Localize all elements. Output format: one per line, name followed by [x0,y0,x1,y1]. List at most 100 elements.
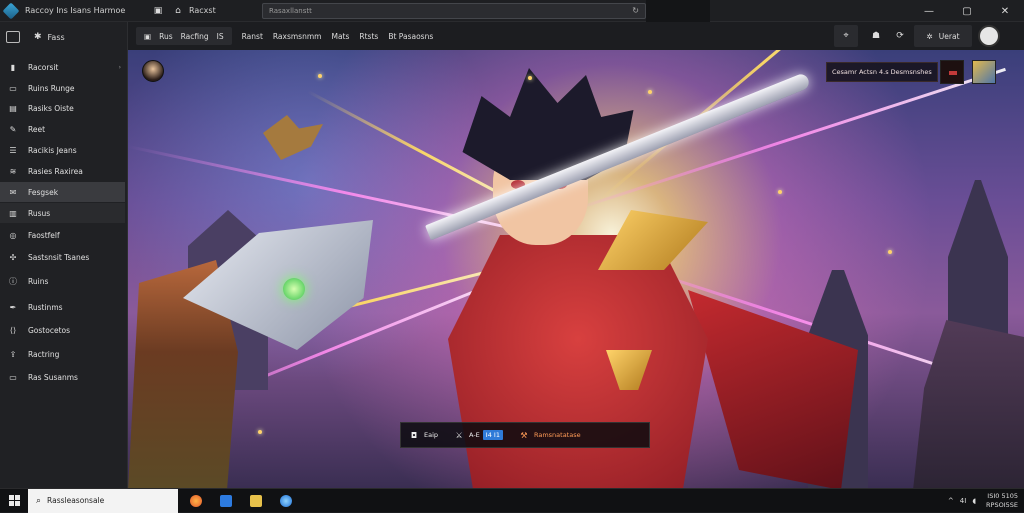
game-viewport[interactable]: Cesamr Actsn 4.s Desmsnshes ◘ Eaip ⚔ A-E… [128,50,1024,488]
minimize-button[interactable]: — [910,0,948,22]
speaker-icon[interactable]: ◖ [972,497,976,505]
chevron-up-icon[interactable]: ^ [948,497,954,505]
code-icon: ⟨⟩ [9,325,17,335]
toolbar-group-item[interactable]: Rus [159,32,173,41]
pen-icon: ✒ [9,302,17,312]
address-bar[interactable]: Rasaxllanstt ↻ [262,3,646,19]
user-menu-button[interactable]: ✲ Uerat [914,25,972,47]
layers-icon: ≋ [9,166,17,176]
taskbar-app-edge[interactable] [274,489,298,513]
sidebar-toggle-icon[interactable] [6,31,20,43]
taskbar: ⌕ Rassleasonsale ^ 4I ◖ ISI0 5105 RPSOI5… [0,488,1024,513]
toolbar-item[interactable]: Mats [331,32,349,41]
sidebar-item[interactable]: ✉ Fesgsek [0,182,125,202]
sidebar-item-label: Ractring [28,349,60,359]
address-bar-text: Rasaxllanstt [269,7,312,15]
player-avatar[interactable] [142,60,164,82]
window-title: Raccoy Ins Isans Harmoe [25,6,126,15]
close-button[interactable]: ✕ [986,0,1024,22]
sidebar-item[interactable]: ◎ Faostfelf [0,225,125,245]
system-tray: ^ 4I ◖ ISI0 5105 RPSOI5SE [942,489,1018,513]
sidebar-item-label: Ruins [28,276,49,286]
bell-icon[interactable]: ☗ [866,25,886,47]
pin-icon[interactable]: ⌖ [834,25,858,47]
toolbar-item[interactable]: Raxsmsnmm [273,32,322,41]
chevron-right-icon[interactable]: › [119,64,121,71]
sidebar-item[interactable]: ▥ Rusus [0,203,125,223]
maximize-button[interactable]: ▢ [948,0,986,22]
sidebar-item-label: Ras Susanms [28,372,78,382]
sidebar: ✱ Fass ▮ Racorsit › ▭ Ruins Runge ▤ Rasiks Ois… [0,22,128,488]
sidebar-item[interactable]: ▭ Ruins Runge [0,78,125,98]
reload-icon[interactable]: ↻ [632,6,639,15]
sidebar-item-label: Racikis Jeans [28,145,77,155]
gear-icon: ✱ [34,32,42,42]
sidebar-item[interactable]: ≋ Rasies Raxirea [0,161,125,181]
sidebar-item[interactable]: ✎ Reet [0,119,125,139]
edit-icon: ✎ [9,124,17,134]
tab-active[interactable]: Racxst [189,6,249,15]
sidebar-item-label: Rasies Raxirea [28,166,83,176]
sword-icon: ⚔ [455,430,463,440]
toolbar-group[interactable]: ▣ Rus Racfing IS [136,27,232,45]
taskbar-search[interactable]: ⌕ Rassleasonsale [28,488,178,513]
toolbar-item[interactable]: Rtsts [359,32,378,41]
folder-icon: ▭ [9,83,17,93]
sidebar-item-label: Rasiks Oiste [28,103,74,113]
sidebar-item[interactable]: ▭ Ras Susanms [0,367,125,387]
toolbar-group-item[interactable]: IS [217,32,224,41]
taskbar-app-store[interactable] [214,489,238,513]
action-equip[interactable]: ◘ Eaip [401,423,446,447]
green-gem [283,278,305,300]
hero-shoulder [598,210,708,270]
clock-date: RPSOI5SE [986,501,1018,509]
toolbar-item[interactable]: Bt Pasaosns [388,32,433,41]
hud-action-bar: ◘ Eaip ⚔ A-E I4 I1 ⚒ Ramsnatatase [400,422,650,448]
action-special[interactable]: ⚒ Ramsnatatase [511,423,589,447]
globe-icon: ◎ [9,230,17,240]
inbox-icon: ▥ [9,208,17,218]
document-icon: ▤ [9,103,17,113]
clock-time: ISI0 5105 [987,492,1018,500]
hud-character-portrait[interactable] [972,60,996,84]
sidebar-item[interactable]: ✣ Sastsnsit Tsanes [0,247,125,267]
tray-text: 4I [959,497,967,505]
toolbar-group-item[interactable]: Racfing [181,32,209,41]
folder-icon: ▭ [9,372,17,382]
action-skill[interactable]: ⚔ A-E I4 I1 [446,423,511,447]
refresh-icon[interactable]: ⟳ [890,25,910,47]
sidebar-item[interactable]: ▮ Racorsit › [0,57,125,77]
sidebar-item[interactable]: ▤ Rasiks Oiste [0,98,125,118]
sidebar-item-label: Reet [28,124,46,134]
sidebar-item[interactable]: ⟨⟩ Gostocetos [0,320,125,340]
start-button[interactable] [0,489,28,513]
windows-icon [8,495,20,506]
sidebar-item[interactable]: ☰ Racikis Jeans [0,140,125,160]
titlebar-blank-area [646,0,710,22]
sidebar-item[interactable]: ✒ Rustinms [0,297,125,317]
hammer-icon: ⚒ [520,430,528,440]
sidebar-item-label: Gostocetos [28,325,71,335]
hud-item-slot[interactable] [940,60,964,84]
clock[interactable]: ISI0 5105 RPSOI5SE [986,492,1018,510]
toolbar-item[interactable]: Ranst [242,32,263,41]
sidebar-item[interactable]: ⓘ Ruins [0,271,125,291]
toolbar-group-icon: ▣ [144,31,152,41]
hud-status-banner: Cesamr Actsn 4.s Desmsnshes [826,62,938,82]
ally-character-right [913,320,1024,488]
action-equip-label: Eaip [424,431,439,439]
settings-icon: ✲ [926,31,933,41]
sidebar-item[interactable]: ⇪ Ractring [0,344,125,364]
sidebar-header: ✱ Fass [0,22,127,52]
sidebar-item-label: Faostfelf [28,230,60,240]
tab-icon[interactable]: ▣ [151,4,165,18]
app-logo-icon [2,2,20,19]
user-menu-label: Uerat [938,31,960,41]
taskbar-app-firefox[interactable] [184,489,208,513]
avatar[interactable] [978,25,1000,47]
action-special-label: Ramsnatatase [533,431,581,439]
title-bar: Raccoy Ins Isans Harmoe ▣ ⌂ Racxst Rasax… [0,0,1024,22]
window-controls: — ▢ ✕ [910,0,1024,22]
taskbar-app-explorer[interactable] [244,489,268,513]
home-icon[interactable]: ⌂ [171,4,185,18]
